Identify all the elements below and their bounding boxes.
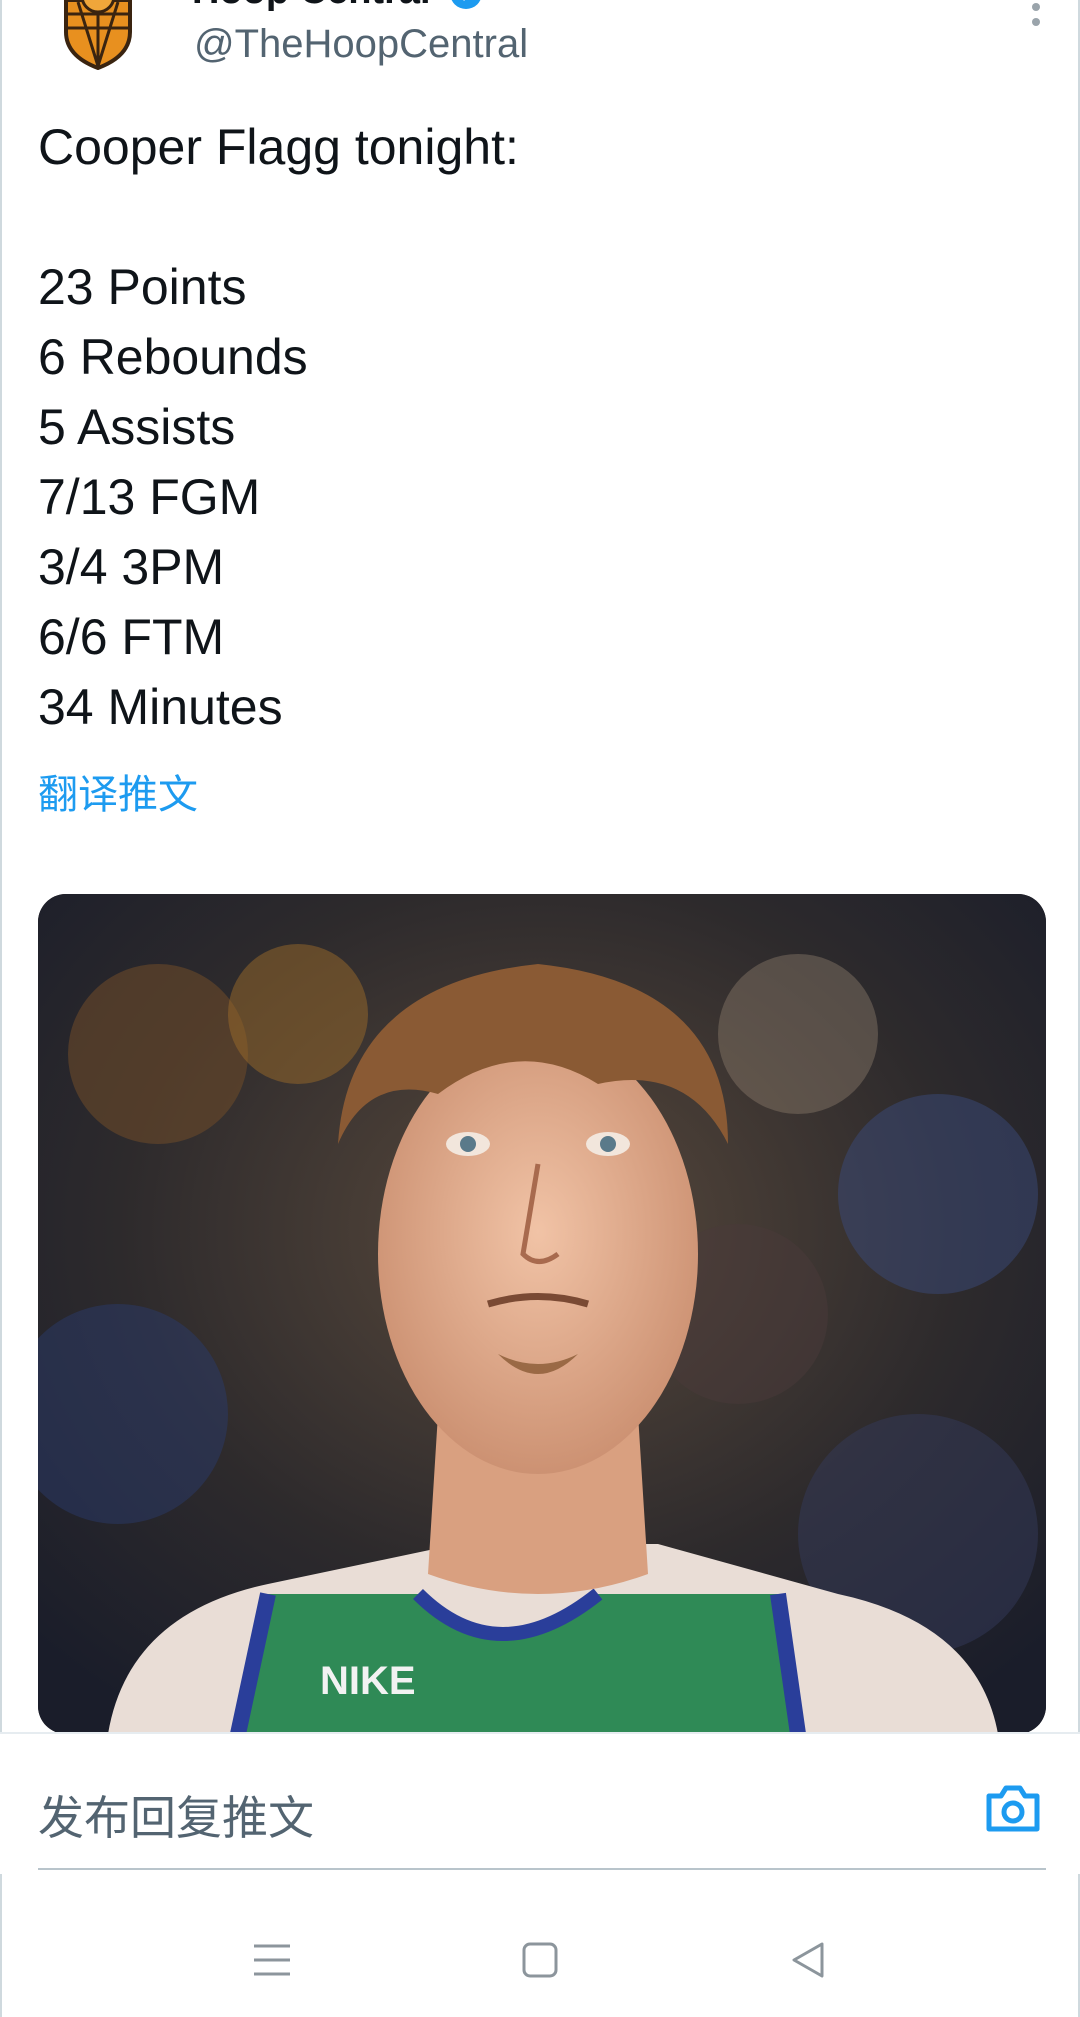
stat-ftm: 6/6 FTM bbox=[38, 609, 225, 665]
stat-points: 23 Points bbox=[38, 259, 247, 315]
more-options-button[interactable] bbox=[1028, 0, 1044, 34]
reply-input[interactable]: 发布回复推文 bbox=[38, 1782, 314, 1848]
reply-bar: 发布回复推文 bbox=[0, 1732, 1080, 1874]
home-square-icon bbox=[522, 1942, 558, 1978]
home-button[interactable] bbox=[510, 1930, 570, 1990]
tweet-line-headline: Cooper Flagg tonight: bbox=[38, 119, 519, 175]
verified-badge-icon bbox=[451, 0, 481, 9]
recent-apps-button[interactable] bbox=[242, 1930, 302, 1990]
translate-tweet-link[interactable]: 翻译推文 bbox=[38, 762, 198, 820]
dot bbox=[1032, 18, 1040, 26]
tweet-photo[interactable]: NIKE bbox=[38, 894, 1046, 1734]
camera-icon bbox=[986, 1785, 1040, 1832]
dot bbox=[1032, 3, 1040, 11]
stat-minutes: 34 Minutes bbox=[38, 679, 283, 735]
camera-button[interactable] bbox=[984, 1782, 1042, 1834]
tweet-header: Hoop Central @TheHoopCentral bbox=[0, 0, 1080, 90]
display-name-text: Hoop Central bbox=[192, 0, 431, 12]
menu-lines-icon bbox=[254, 1944, 290, 1976]
stat-fgm: 7/13 FGM bbox=[38, 469, 261, 525]
stat-rebounds: 6 Rebounds bbox=[38, 329, 308, 385]
reply-underline bbox=[38, 1868, 1046, 1870]
avatar[interactable] bbox=[58, 0, 138, 71]
back-triangle-icon bbox=[792, 1942, 824, 1978]
user-handle[interactable]: @TheHoopCentral bbox=[194, 22, 528, 67]
display-name[interactable]: Hoop Central bbox=[192, 0, 483, 13]
frame-left-border bbox=[0, 0, 2, 2017]
basketball-shield-logo-icon bbox=[64, 0, 132, 71]
stat-3pm: 3/4 3PM bbox=[38, 539, 225, 595]
stat-assists: 5 Assists bbox=[38, 399, 236, 455]
back-button[interactable] bbox=[778, 1930, 838, 1990]
system-navigation-bar bbox=[0, 1900, 1080, 2017]
jersey-brand-text: NIKE bbox=[320, 1659, 416, 1703]
tweet-text: Cooper Flagg tonight: 23 Points 6 Reboun… bbox=[38, 112, 1038, 742]
